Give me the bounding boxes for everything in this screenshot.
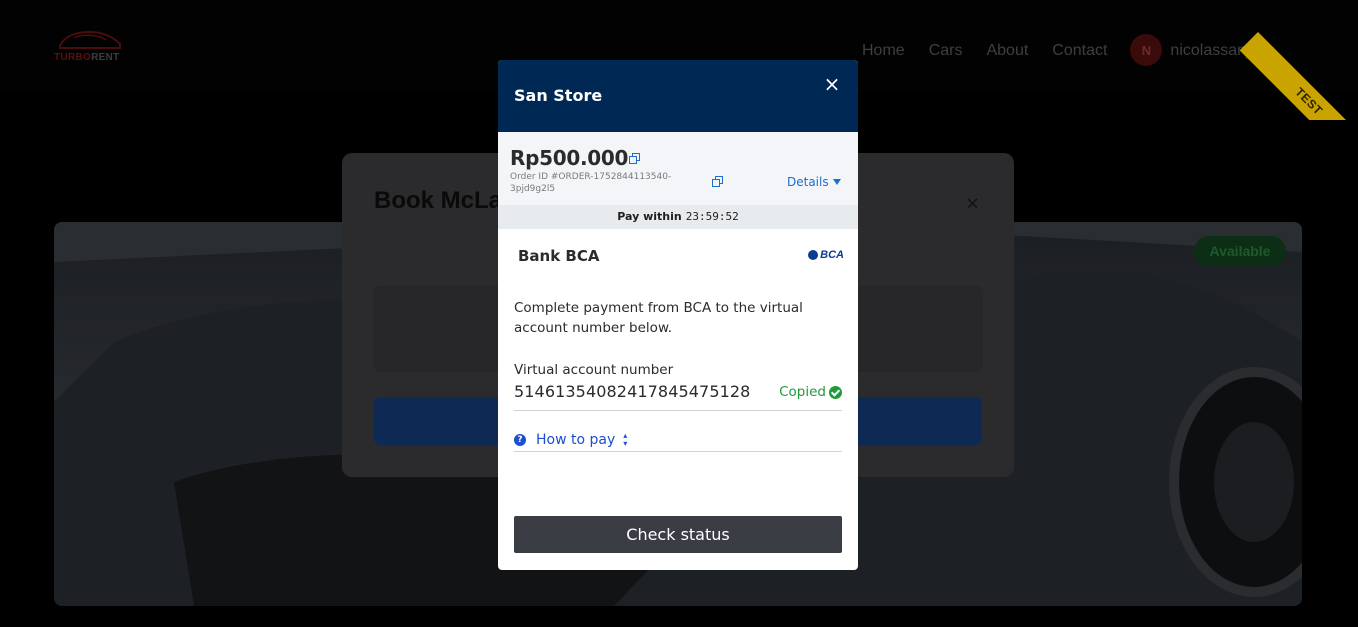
how-to-pay-toggle[interactable]: ? How to pay ▴ ▾ [514, 432, 842, 448]
pay-within-bar: Pay within 23:59:52 [498, 205, 858, 229]
payment-header: San Store × [498, 60, 858, 132]
ribbon-text: TEST [1292, 84, 1326, 118]
nav-cars[interactable]: Cars [929, 42, 963, 60]
test-ribbon: TEST [1238, 0, 1358, 120]
nav-home[interactable]: Home [862, 42, 905, 60]
status-badge: Available [1194, 236, 1286, 266]
pay-within-label: Pay within [617, 210, 682, 223]
details-label: Details [787, 175, 829, 189]
details-toggle[interactable]: Details [787, 175, 841, 189]
turborent-logo[interactable]: TURBORENT [52, 28, 128, 66]
bca-logo: BCA [808, 249, 844, 261]
copy-order-id-icon[interactable] [712, 176, 723, 187]
va-number[interactable]: 51461354082417845475128 [514, 382, 750, 401]
payment-instruction: Complete payment from BCA to the virtual… [514, 300, 803, 336]
copy-amount-icon[interactable] [629, 153, 640, 164]
bca-mark-icon [808, 250, 819, 260]
store-name: San Store [514, 86, 603, 105]
copied-indicator[interactable]: Copied [779, 384, 842, 400]
close-icon[interactable]: × [820, 72, 844, 96]
payment-amount: Rp500.000 [510, 146, 629, 170]
order-id: Order ID #ORDER-1752844113540-3pjd9g2l5 [510, 172, 672, 194]
expand-icon: ▴ ▾ [623, 431, 628, 448]
car-logo-icon [59, 30, 121, 49]
how-to-pay-label: How to pay [536, 432, 616, 448]
nav-about[interactable]: About [986, 42, 1028, 60]
payment-popup: San Store × Rp500.000 Order ID #ORDER-17… [498, 60, 858, 570]
caret-down-icon [832, 179, 841, 185]
avatar: N [1130, 34, 1163, 66]
question-icon: ? [514, 434, 526, 446]
check-circle-icon [829, 385, 842, 399]
bca-logo-text: BCA [820, 249, 844, 261]
order-summary: Rp500.000 Order ID #ORDER-1752844113540-… [498, 132, 858, 205]
countdown-timer: 23:59:52 [685, 210, 739, 223]
check-status-button[interactable]: Check status [514, 516, 842, 553]
logo-text: TURBORENT [54, 52, 120, 63]
divider [514, 451, 842, 452]
va-label: Virtual account number [514, 362, 674, 378]
copied-label: Copied [779, 384, 826, 400]
nav-contact[interactable]: Contact [1052, 42, 1107, 60]
bank-name: Bank BCA [518, 247, 600, 265]
booking-close-icon[interactable]: × [965, 193, 980, 214]
main-nav: Home Cars About Contact N nicolassanjaya [862, 34, 1275, 66]
divider [514, 410, 842, 411]
